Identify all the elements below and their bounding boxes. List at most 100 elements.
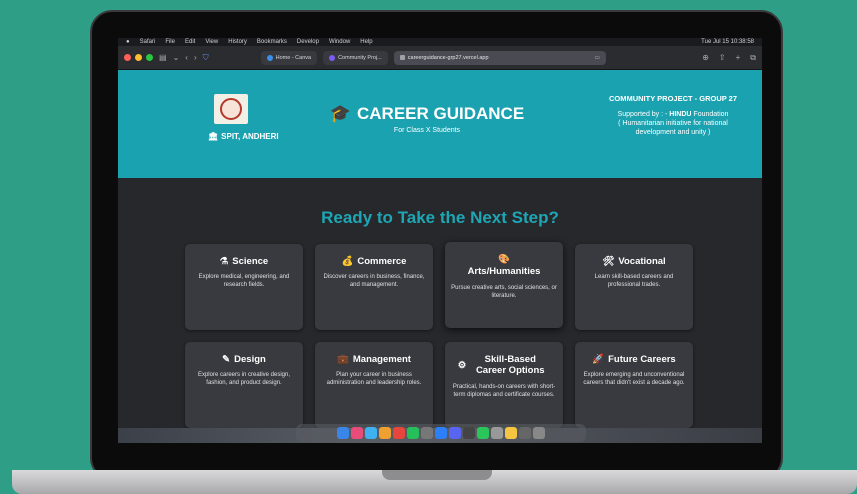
menu-view[interactable]: View: [205, 39, 218, 45]
browser-toolbar: ▤ ⌄ ‹ › ⛉ Home - Canva Community Proj...…: [118, 46, 762, 70]
dock-app-icon[interactable]: [379, 427, 391, 439]
money-icon: 💰: [341, 256, 354, 267]
menu-window[interactable]: Window: [329, 39, 350, 45]
menu-history[interactable]: History: [228, 39, 247, 45]
mac-menubar: ● Safari File Edit View History Bookmark…: [118, 38, 762, 46]
community-info: COMMUNITY PROJECT - GROUP 27 Supported b…: [598, 94, 748, 137]
design-icon: ✎: [222, 354, 231, 365]
dock-app-icon[interactable]: [435, 427, 447, 439]
institute-label: SPIT, ANDHERI: [221, 132, 279, 141]
gears-icon: ⚙: [457, 359, 467, 371]
page-icon: [399, 55, 405, 60]
menu-file[interactable]: File: [165, 39, 175, 45]
supporter-name: HINDU: [669, 111, 692, 118]
career-card-science[interactable]: ⚗ Science Explore medical, engineering, an…: [185, 244, 303, 330]
card-title: 💰 Commerce: [321, 256, 427, 267]
chevron-down-icon[interactable]: ⌄: [173, 53, 180, 62]
career-card-commerce[interactable]: 💰 Commerce Discover careers in business, f…: [315, 244, 433, 330]
supporter-text: Supported by : - HINDU Foundation ( Huma…: [598, 111, 748, 137]
section-headline: Ready to Take the Next Step?: [321, 208, 559, 227]
tab-community[interactable]: Community Proj...: [323, 50, 388, 65]
spit-logo: [214, 94, 248, 124]
site-brand[interactable]: 🎓 CAREER GUIDANCE For Class X Students: [312, 104, 542, 134]
menu-edit[interactable]: Edit: [185, 39, 195, 45]
dock-app-icon[interactable]: [351, 427, 363, 439]
card-title-text: Arts/Humanities: [467, 266, 541, 278]
dock-app-icon[interactable]: [365, 427, 377, 439]
career-card-management[interactable]: 💼 Management Plan your career in business …: [315, 342, 433, 428]
screen: ● Safari File Edit View History Bookmark…: [118, 38, 762, 443]
card-title-text: Commerce: [357, 256, 407, 267]
card-description: Explore careers in creative design, fash…: [197, 372, 291, 387]
tab-overview-icon[interactable]: ⧉: [750, 53, 756, 63]
career-card-design[interactable]: ✎ Design Explore careers in creative desig…: [185, 342, 303, 428]
menubar-clock[interactable]: Tue Jul 15 10:38:58: [701, 39, 754, 45]
site-favicon: [329, 54, 336, 61]
tab-canva[interactable]: Home - Canva: [260, 50, 318, 65]
download-icon[interactable]: ⊕: [702, 53, 709, 63]
dock-app-icon[interactable]: [505, 427, 517, 439]
community-title: COMMUNITY PROJECT - GROUP 27: [608, 94, 738, 103]
card-title: 🛠 Vocational: [581, 256, 687, 267]
back-icon[interactable]: ‹: [185, 53, 188, 62]
card-title: ⚗ Science: [191, 256, 297, 267]
site-title: 🎓 CAREER GUIDANCE: [312, 104, 542, 124]
card-title-text: Design: [234, 354, 266, 365]
card-description: Pursue creative arts, social sciences, o…: [451, 284, 557, 299]
share-icon[interactable]: ⇧: [719, 53, 726, 63]
reader-icon[interactable]: ▭: [595, 55, 600, 61]
career-card-skill-based-career-options[interactable]: ⚙ Skill-Based Career Options Practical, ha…: [445, 342, 563, 428]
card-title: 🎨 Arts/Humanities: [451, 254, 557, 278]
rocket-icon: 🚀: [592, 354, 605, 365]
menu-develop[interactable]: Develop: [297, 39, 319, 45]
tab-label: Home - Canva: [275, 54, 312, 61]
dock-app-icon[interactable]: [533, 427, 545, 439]
microscope-icon: ⚗: [219, 256, 229, 267]
zoom-window-button[interactable]: [146, 54, 153, 61]
graduation-cap-icon: 🎓: [329, 104, 351, 123]
menu-safari[interactable]: Safari: [140, 39, 156, 45]
dock-app-icon[interactable]: [407, 427, 419, 439]
menu-bookmarks[interactable]: Bookmarks: [257, 39, 287, 45]
supporter-note: ( Humanitarian initiative for national d…: [618, 119, 728, 136]
card-title: 💼 Management: [321, 354, 427, 365]
career-card-future-careers[interactable]: 🚀 Future Careers Explore emerging and unco…: [575, 342, 693, 428]
dock-app-icon[interactable]: [393, 427, 405, 439]
shield-icon[interactable]: ⛉: [203, 53, 209, 63]
menu-help[interactable]: Help: [360, 39, 372, 45]
dock-app-icon[interactable]: [477, 427, 489, 439]
card-title-text: Vocational: [618, 256, 666, 267]
card-description: Practical, hands-on careers with short-t…: [452, 383, 556, 398]
card-title-text: Future Careers: [608, 354, 676, 365]
palette-icon: 🎨: [498, 254, 510, 265]
forward-icon[interactable]: ›: [194, 53, 197, 62]
sidebar-toggle-icon[interactable]: ▤: [159, 53, 167, 62]
institution-icon: 🏛: [208, 132, 219, 141]
apple-icon[interactable]: ●: [126, 39, 130, 45]
dock-app-icon[interactable]: [491, 427, 503, 439]
dock-app-icon[interactable]: [463, 427, 475, 439]
minimize-window-button[interactable]: [135, 54, 142, 61]
dock-app-icon[interactable]: [421, 427, 433, 439]
card-title-text: Science: [232, 256, 269, 267]
career-card-arts-humanities[interactable]: 🎨 Arts/Humanities Pursue creative arts, so…: [445, 242, 563, 328]
briefcase-icon: 💼: [337, 354, 349, 365]
mac-dock: [296, 424, 586, 442]
card-description: Explore emerging and unconventional care…: [583, 372, 685, 387]
tab-label: Community Proj...: [338, 54, 382, 61]
dock-app-icon[interactable]: [519, 427, 531, 439]
canva-favicon: [266, 54, 273, 61]
career-card-vocational[interactable]: 🛠 Vocational Learn skill-based careers and…: [575, 244, 693, 330]
main-content: Ready to Take the Next Step? ⚗ Science Exp…: [118, 178, 762, 443]
site-subtitle: For Class X Students: [393, 127, 461, 134]
card-title-text: Skill-Based Career Options: [475, 354, 545, 377]
address-bar[interactable]: careerguidance-grp27.vercel.app ▭: [393, 50, 606, 65]
supporter-suffix: Foundation: [693, 111, 729, 118]
card-title: 🚀 Future Careers: [581, 354, 687, 365]
new-tab-icon[interactable]: +: [736, 53, 741, 63]
supported-prefix: Supported by : -: [617, 111, 668, 118]
dock-app-icon[interactable]: [449, 427, 461, 439]
close-window-button[interactable]: [124, 54, 131, 61]
dock-app-icon[interactable]: [337, 427, 349, 439]
laptop-opening-notch: [382, 470, 492, 480]
